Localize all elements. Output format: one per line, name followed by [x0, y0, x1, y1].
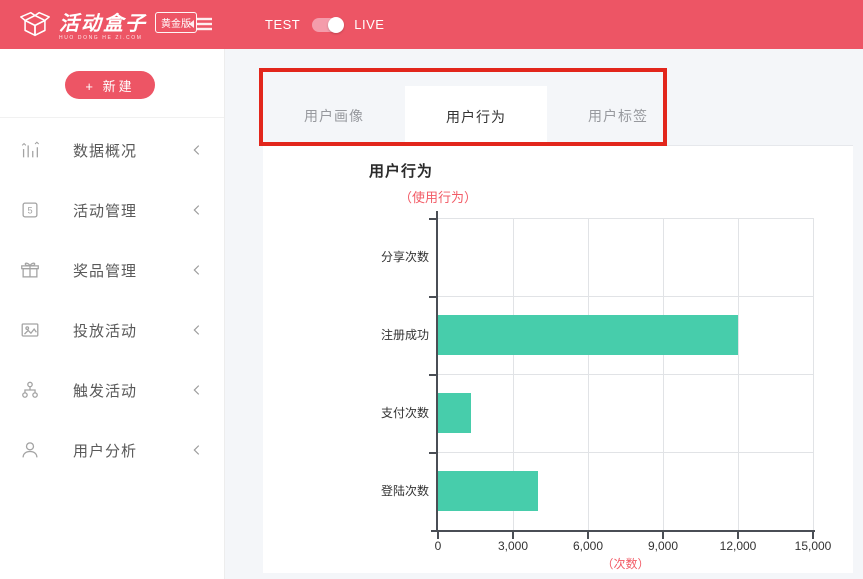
chevron-left-icon: [190, 143, 204, 157]
chart-subtitle: （使用行为）: [399, 187, 477, 206]
category-label: 支付次数: [339, 374, 429, 452]
sidebar-item-data-overview[interactable]: 数据概况: [0, 120, 224, 180]
sidebar-item-prize-management[interactable]: 奖品管理: [0, 240, 224, 300]
x-axis-tick-label: 9,000: [648, 539, 678, 553]
x-axis-tick-label: 15,000: [795, 539, 832, 553]
tab-user-tags[interactable]: 用户标签: [547, 86, 689, 146]
logo-link[interactable]: 活动盒子 HUO DONG HE ZI.COM 黄金版: [18, 7, 197, 46]
chart-gridline-horizontal: [438, 452, 813, 453]
y-axis-tickmark: [429, 218, 436, 220]
x-axis-tick-label: 12,000: [720, 539, 757, 553]
user-icon: [19, 439, 41, 461]
sidebar-item-placement-activity[interactable]: 投放活动: [0, 300, 224, 360]
chevron-left-icon: [190, 203, 204, 217]
x-axis-line: [431, 530, 815, 532]
chart-gridline-horizontal: [438, 374, 813, 375]
x-axis-tick-label: 3,000: [498, 539, 528, 553]
app-window: 活动盒子 HUO DONG HE ZI.COM 黄金版 TEST LIVE: [0, 0, 863, 579]
new-activity-button[interactable]: + 新建: [65, 71, 155, 99]
x-axis-tick-label: 0: [435, 539, 442, 553]
sidebar-item-label: 投放活动: [73, 320, 190, 341]
logo-title: 活动盒子: [59, 13, 147, 35]
environment-switch: TEST LIVE: [265, 0, 384, 49]
y-axis-tickmark: [429, 452, 436, 454]
bar-支付次数: [438, 393, 471, 433]
x-axis-tick-label: 6,000: [573, 539, 603, 553]
bar-chart-icon: [19, 139, 41, 161]
sidebar-item-trigger-activity[interactable]: 触发活动: [0, 360, 224, 420]
sidebar-item-user-analysis[interactable]: 用户分析: [0, 420, 224, 480]
collapse-menu-icon: [188, 13, 214, 35]
chart-gridline-horizontal: [438, 218, 813, 219]
chevron-left-icon: [190, 323, 204, 337]
main-content: 用户画像 用户行为 用户标签 用户行为 （使用行为） （次数） 03,0006,…: [226, 49, 863, 579]
svg-text:5: 5: [27, 206, 32, 216]
image-icon: [19, 319, 41, 341]
top-header-bar: 活动盒子 HUO DONG HE ZI.COM 黄金版 TEST LIVE: [0, 0, 863, 49]
y-axis-tickmark: [429, 374, 436, 376]
chevron-left-icon: [190, 263, 204, 277]
trigger-flow-icon: [19, 379, 41, 401]
sidebar: + 新建 数据概况 5 活动管理: [0, 49, 225, 579]
sidebar-item-label: 数据概况: [73, 140, 190, 161]
y-axis-tickmark: [429, 296, 436, 298]
bar-登陆次数: [438, 471, 538, 511]
chart-title: 用户行为: [369, 160, 433, 181]
sidebar-item-label: 用户分析: [73, 440, 190, 461]
sidebar-item-label: 奖品管理: [73, 260, 190, 281]
sidebar-collapse-button[interactable]: [188, 13, 214, 40]
tab-user-portrait[interactable]: 用户画像: [263, 86, 405, 146]
x-axis-unit-label: （次数）: [601, 555, 649, 572]
chart-gridline-vertical: [813, 218, 814, 530]
x-axis-tickmark: [437, 532, 439, 539]
logo-subtext: HUO DONG HE ZI.COM: [59, 35, 147, 41]
calendar-5-icon: 5: [19, 199, 41, 221]
env-toggle-switch[interactable]: [312, 18, 342, 32]
bar-注册成功: [438, 315, 738, 355]
category-label: 登陆次数: [339, 452, 429, 530]
x-axis-tickmark: [812, 532, 814, 539]
sidebar-divider: [0, 117, 224, 118]
x-axis-tickmark: [587, 532, 589, 539]
env-test-label: TEST: [265, 17, 300, 32]
gift-icon: [19, 259, 41, 281]
chart-card: 用户行为 （使用行为） （次数） 03,0006,0009,00012,0001…: [263, 146, 853, 573]
x-axis-tickmark: [737, 532, 739, 539]
box-logo-icon: [18, 7, 52, 46]
chart-gridline-horizontal: [438, 296, 813, 297]
chevron-left-icon: [190, 383, 204, 397]
x-axis-tickmark: [662, 532, 664, 539]
category-label: 分享次数: [339, 218, 429, 296]
x-axis-tickmark: [512, 532, 514, 539]
sidebar-item-activity-management[interactable]: 5 活动管理: [0, 180, 224, 240]
tabs-bar: 用户画像 用户行为 用户标签: [263, 86, 853, 146]
sidebar-item-label: 活动管理: [73, 200, 190, 221]
tab-user-behavior[interactable]: 用户行为: [405, 86, 547, 147]
bar-chart-plot: （次数） 03,0006,0009,00012,00015,000分享次数注册成…: [438, 218, 813, 530]
env-live-label: LIVE: [354, 17, 384, 32]
logo-text-block: 活动盒子 HUO DONG HE ZI.COM: [59, 13, 147, 41]
chevron-left-icon: [190, 443, 204, 457]
sidebar-item-label: 触发活动: [73, 380, 190, 401]
category-label: 注册成功: [339, 296, 429, 374]
toggle-knob: [328, 17, 344, 33]
sidebar-menu: 数据概况 5 活动管理 奖品管理: [0, 120, 224, 480]
